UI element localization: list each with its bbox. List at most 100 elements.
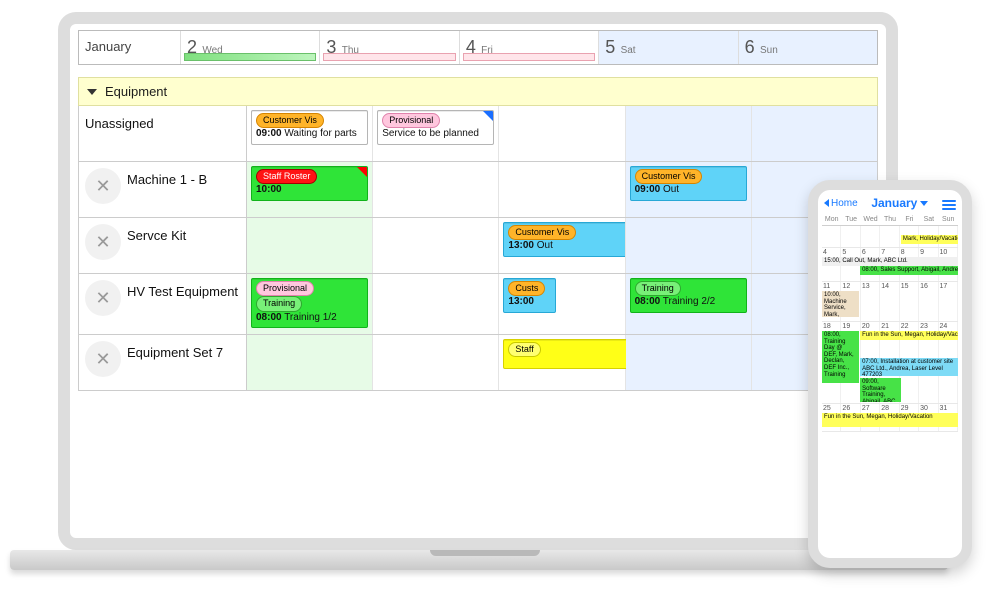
phone-week-row[interactable]: Mark, Holiday/Vacation: [822, 226, 958, 248]
laptop-screen: January 2 Wed 3 Thu 4 Fri 5 Sat 6 Sun Eq…: [58, 12, 898, 550]
phone-event[interactable]: 10:00, Machine Service, Mark, Megan, ABC…: [822, 291, 859, 317]
day-col-fri[interactable]: 4 Fri: [460, 31, 599, 64]
card-customer-visit[interactable]: Customer Vis 09:00 Out: [630, 166, 747, 201]
cell-thu[interactable]: [373, 218, 499, 273]
card-time: 13:00: [508, 240, 534, 251]
cell-wed[interactable]: Staff Roster 10:00: [247, 162, 373, 217]
phone-day[interactable]: 16: [919, 282, 938, 321]
wrench-icon: ✕: [85, 280, 121, 316]
row-label: Unassigned: [85, 112, 240, 131]
row-label: Servce Kit: [127, 224, 240, 243]
phone-calendar-body: Mark, Holiday/Vacation 45678910 15:00, C…: [822, 226, 958, 432]
day-col-thu[interactable]: 3 Thu: [320, 31, 459, 64]
phone-event[interactable]: 07:00, Installation at customer site ABC…: [860, 358, 958, 376]
row-servce-kit: ✕ Servce Kit Customer Vis 13:00 Out: [79, 218, 877, 274]
dow: Thu: [880, 214, 899, 225]
card-training[interactable]: Training 08:00 Training 2/2: [630, 278, 747, 313]
phone-day[interactable]: 17: [939, 282, 958, 321]
cell-fri[interactable]: Staff: [499, 335, 625, 390]
phone-event[interactable]: 08:00, Training Day @ DEF, Mark, Declan,…: [822, 331, 859, 383]
phone-event[interactable]: Fun in the Sun, Megan, Holiday/Vacation: [860, 331, 958, 340]
day-load-bar: [323, 53, 455, 61]
cell-wed[interactable]: Provisional Training 08:00 Training 1/2: [247, 274, 373, 334]
month-picker[interactable]: January: [871, 196, 928, 210]
phone-day[interactable]: [880, 226, 899, 247]
phone-day[interactable]: 14: [880, 282, 899, 321]
card-text: Waiting for parts: [284, 128, 356, 139]
pill-provisional: Provisional: [256, 281, 314, 296]
card-time: 08:00: [635, 296, 661, 307]
wrench-icon: ✕: [85, 341, 121, 377]
phone-screen: Home January Mon Tue Wed Thu Fri Sat Sun…: [818, 190, 962, 436]
back-button[interactable]: Home: [824, 198, 858, 209]
corner-flag-icon: [483, 111, 493, 121]
phone-event[interactable]: 09:00, Software Training, Abigail, ABC L…: [860, 378, 901, 402]
card-text: Out: [537, 240, 553, 251]
row-label-cell: ✕ HV Test Equipment: [79, 274, 247, 334]
card-customer-visit[interactable]: Customer Vis 09:00 Waiting for parts: [251, 110, 368, 145]
phone-event[interactable]: 08:00, Sales Support, Abigail, Andrea: [860, 266, 958, 275]
cell-thu[interactable]: Provisional Service to be planned: [373, 106, 499, 161]
pill-staff: Staff Roster: [256, 169, 317, 184]
card-staff-roster[interactable]: Staff Roster 10:00: [251, 166, 368, 201]
card-time: 13:00: [508, 296, 534, 307]
cell-sat[interactable]: Customer Vis 09:00 Out: [626, 162, 752, 217]
row-machine1: ✕ Machine 1 - B Staff Roster 10:00 Custo…: [79, 162, 877, 218]
cell-thu[interactable]: [373, 335, 499, 390]
day-col-wed[interactable]: 2 Wed: [181, 31, 320, 64]
cell-sat[interactable]: Training 08:00 Training 2/2: [626, 274, 752, 334]
cell-thu[interactable]: [373, 162, 499, 217]
phone-event[interactable]: Mark, Holiday/Vacation: [901, 235, 958, 244]
card-provisional[interactable]: Provisional Service to be planned: [377, 110, 494, 145]
phone-week-row[interactable]: 25262728293031 Fun in the Sun, Megan, Ho…: [822, 404, 958, 432]
phone-day[interactable]: 15: [900, 282, 919, 321]
row-label: Equipment Set 7: [127, 341, 240, 360]
phone-day[interactable]: 13: [861, 282, 880, 321]
row-unassigned: Unassigned Customer Vis 09:00 Waiting fo…: [79, 106, 877, 162]
card-custs[interactable]: Custs 13:00: [503, 278, 556, 313]
phone-week-row[interactable]: 18192021222324 08:00, Training Day @ DEF…: [822, 322, 958, 404]
phone-day[interactable]: [841, 226, 860, 247]
cell-wed[interactable]: [247, 218, 373, 273]
pill-customer: Customer Vis: [508, 225, 576, 240]
day-num: 6: [745, 37, 755, 57]
phone-month-label: January: [871, 196, 917, 210]
pill-customer: Customer Vis: [256, 113, 324, 128]
phone-event[interactable]: 15:00, Call Out, Mark, ABC Ltd.: [822, 257, 958, 266]
cell-fri[interactable]: Custs 13:00: [499, 274, 625, 334]
day-dow: Sun: [760, 45, 778, 56]
cell-sat[interactable]: [626, 218, 752, 273]
day-col-sun[interactable]: 6 Sun: [739, 31, 877, 64]
card-training[interactable]: Provisional Training 08:00 Training 1/2: [251, 278, 368, 328]
cell-fri[interactable]: Customer Vis 13:00 Out: [499, 218, 625, 273]
card-customer-visit[interactable]: Customer Vis 13:00 Out: [503, 222, 625, 257]
day-col-sat[interactable]: 5 Sat: [599, 31, 738, 64]
pill-staff: Staff: [508, 342, 540, 357]
dow: Tue: [841, 214, 860, 225]
phone-event[interactable]: Fun in the Sun, Megan, Holiday/Vacation: [822, 413, 958, 427]
phone-day[interactable]: [861, 226, 880, 247]
phone-week-row[interactable]: 45678910 15:00, Call Out, Mark, ABC Ltd.…: [822, 248, 958, 282]
card-time: 08:00: [256, 312, 282, 323]
dow: Sat: [919, 214, 938, 225]
section-equipment[interactable]: Equipment: [78, 77, 878, 106]
cell-fri[interactable]: [499, 162, 625, 217]
cell-wed[interactable]: [247, 335, 373, 390]
row-label-cell: ✕ Machine 1 - B: [79, 162, 247, 217]
chevron-down-icon: [920, 201, 928, 206]
cell-sun[interactable]: [752, 106, 877, 161]
cell-sat[interactable]: [626, 106, 752, 161]
phone-day[interactable]: [822, 226, 841, 247]
cell-wed[interactable]: Customer Vis 09:00 Waiting for parts: [247, 106, 373, 161]
pill-customer: Custs: [508, 281, 545, 296]
pill-training: Training: [256, 296, 302, 311]
pill-customer: Customer Vis: [635, 169, 703, 184]
card-time: 10:00: [256, 184, 282, 195]
cell-thu[interactable]: [373, 274, 499, 334]
menu-button[interactable]: [942, 198, 956, 208]
card-text: Out: [663, 184, 679, 195]
cell-sat[interactable]: [626, 335, 752, 390]
cell-fri[interactable]: [499, 106, 625, 161]
phone-week-row[interactable]: 11121314151617 10:00, Machine Service, M…: [822, 282, 958, 322]
day-load-bar: [463, 53, 595, 61]
